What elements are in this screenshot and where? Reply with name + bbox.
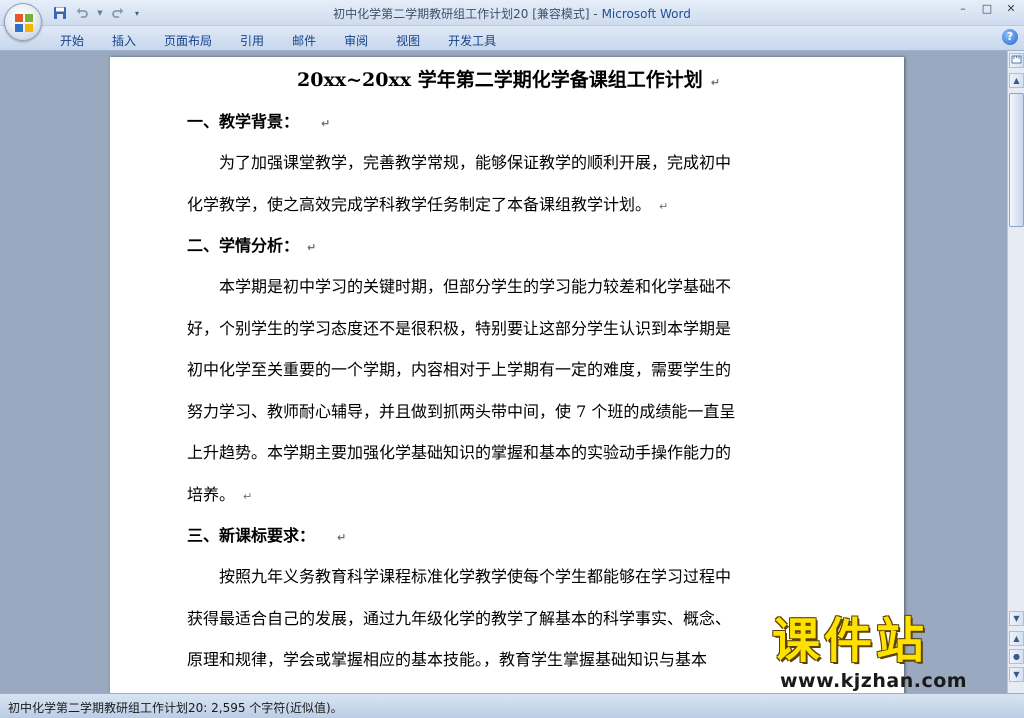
view-ruler-button[interactable] — [1009, 53, 1024, 68]
tab-page-layout[interactable]: 页面布局 — [156, 30, 220, 48]
title-bar: ▼ ▾ 初中化学第二学期教研组工作计划20 [兼容模式] - Microsoft… — [0, 0, 1024, 26]
paragraph: 为了加强课堂教学，完善教学常规，能够保证教学的顺利开展，完成初中 化学教学，使之… — [187, 142, 830, 225]
previous-page-button[interactable]: ▲ — [1009, 631, 1024, 646]
text-line: 获得最适合自己的发展，通过九年级化学的教学了解基本的科学事实、概念、 — [187, 608, 732, 628]
text-line: 努力学习、教师耐心辅导，并且做到抓两头带中间，使 7 个班的成绩能一直呈 — [187, 401, 736, 421]
text-line: 技能及科学探究的方法，科学态度，情感与价值观及科学精神的重要内容， — [187, 681, 830, 694]
text-line: 好，个别学生的学习态度还不是很积极，特别要让这部分学生认识到本学期是 — [187, 318, 732, 338]
minimize-button[interactable]: – — [956, 2, 970, 15]
paragraph-mark: ↵ — [321, 117, 331, 130]
text-line: 上升趋势。本学期主要加强化学基础知识的掌握和基本的实验动手操作能力的 — [187, 443, 732, 462]
ribbon-tabs: 开始 插入 页面布局 引用 邮件 审阅 视图 开发工具 — [52, 30, 516, 48]
tab-view[interactable]: 视图 — [388, 30, 428, 48]
section-heading: 二、学情分析： ↵ — [187, 236, 317, 255]
watermark-url: www.kjzhan.com — [780, 670, 968, 692]
ruler-icon — [1011, 55, 1022, 64]
window-title: 初中化学第二学期教研组工作计划20 [兼容模式] - Microsoft Wor… — [333, 7, 691, 21]
paragraph-mark: ↵ — [659, 199, 669, 213]
next-page-button[interactable]: ▼ — [1009, 667, 1024, 682]
maximize-button[interactable]: □ — [980, 2, 994, 15]
scroll-up-button[interactable]: ▲ — [1009, 73, 1024, 88]
chevron-up-icon: ▲ — [1013, 76, 1020, 85]
double-chevron-up-icon: ▲ — [1013, 634, 1020, 643]
document-title: 20xx~20xx 学年第二学期化学备课组工作计划 ↵ — [297, 69, 720, 91]
text-line: 本学期是初中学习的关键时期，但部分学生的学习能力较差和化学基础不 — [219, 277, 732, 296]
text-line: 初中化学至关重要的一个学期，内容相对于上学期有一定的难度，需要学生的 — [187, 360, 732, 379]
ribbon-tab-bar: 开始 插入 页面布局 引用 邮件 审阅 视图 开发工具 ? — [0, 26, 1024, 51]
tab-references[interactable]: 引用 — [232, 30, 272, 48]
watermark-logo-text: 课件站 — [772, 613, 929, 669]
text-line: 培养。 ↵ — [187, 484, 253, 504]
document-body[interactable]: 20xx~20xx 学年第二学期化学备课组工作计划 ↵ 一、教学背景： ↵ 为了加强… — [187, 67, 830, 693]
chevron-down-icon: ▼ — [1013, 614, 1020, 623]
section-heading: 三、新课标要求： ↵ — [187, 526, 347, 545]
vertical-scrollbar[interactable]: ▲ ▼ ▲ ● ▼ — [1007, 51, 1024, 693]
office-logo-icon — [15, 14, 33, 32]
paragraph-mark: ↵ — [243, 489, 253, 503]
office-button[interactable] — [4, 3, 42, 41]
tab-developer[interactable]: 开发工具 — [440, 30, 504, 48]
word-window: ▼ ▾ 初中化学第二学期教研组工作计划20 [兼容模式] - Microsoft… — [0, 0, 1024, 718]
paragraph-mark: ↵ — [710, 76, 720, 89]
tab-home[interactable]: 开始 — [52, 30, 92, 48]
text-line: 按照九年义务教育科学课程标准化学教学使每个学生都能够在学习过程中 — [219, 567, 732, 586]
text-line: 化学教学，使之高效完成学科教学任务制定了本备课组教学计划。 ↵ — [187, 194, 669, 214]
tab-review[interactable]: 审阅 — [336, 30, 376, 48]
text-line: 原理和规律，学会或掌握相应的基本技能。，教育学生掌握基础知识与基本 — [187, 650, 708, 669]
document-workspace: 20xx~20xx 学年第二学期化学备课组工作计划 ↵ 一、教学背景： ↵ 为了加强… — [0, 51, 1007, 693]
circle-icon: ● — [1013, 652, 1020, 661]
paragraph: 本学期是初中学习的关键时期，但部分学生的学习能力较差和化学基础不 好，个别学生的… — [187, 266, 830, 515]
help-button[interactable]: ? — [1002, 29, 1018, 45]
scroll-down-button[interactable]: ▼ — [1009, 611, 1024, 626]
tab-insert[interactable]: 插入 — [104, 30, 144, 48]
text-line: 为了加强课堂教学，完善教学常规，能够保证教学的顺利开展，完成初中 — [219, 153, 732, 172]
paragraph-mark: ↵ — [307, 241, 317, 254]
watermark: 课件站 www.kjzhan.com — [768, 612, 1004, 698]
close-button[interactable]: ✕ — [1004, 2, 1018, 15]
select-browse-object-button[interactable]: ● — [1009, 649, 1024, 664]
document-page[interactable]: 20xx~20xx 学年第二学期化学备课组工作计划 ↵ 一、教学背景： ↵ 为了加强… — [110, 57, 904, 693]
word-count-status[interactable]: 初中化学第二学期教研组工作计划20: 2,595 个字符(近似值)。 — [8, 699, 343, 716]
tab-mailings[interactable]: 邮件 — [284, 30, 324, 48]
double-chevron-down-icon: ▼ — [1013, 670, 1020, 679]
paragraph-mark: ↵ — [337, 531, 347, 544]
scrollbar-thumb[interactable] — [1009, 93, 1024, 227]
window-controls: – □ ✕ — [956, 2, 1018, 15]
paragraph: 按照九年义务教育科学课程标准化学教学使每个学生都能够在学习过程中 获得最适合自己… — [187, 556, 830, 693]
section-heading: 一、教学背景： ↵ — [187, 112, 331, 131]
